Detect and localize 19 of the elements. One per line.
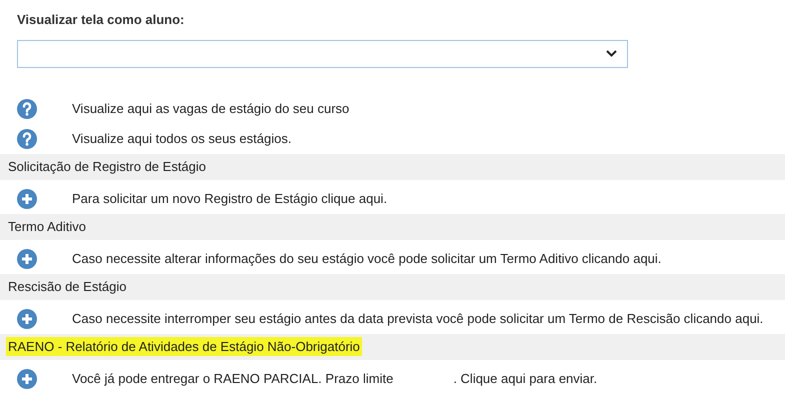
plus-icon[interactable] <box>17 368 37 388</box>
help-icon[interactable] <box>17 98 37 118</box>
section-title: RAENO - Relatório de Atividades de Estágio Não-Obrigatório <box>6 336 362 356</box>
section-title: Solicitação de Registro de Estágio <box>8 158 206 176</box>
link-text[interactable]: Você já pode entregar o RAENO PARCIAL. Prazo limite <box>72 368 394 388</box>
link-text[interactable]: Visualize aqui todos os seus estágios. <box>72 128 292 148</box>
link-text[interactable]: Caso necessite interromper seu estágio antes da data prevista você pode solicitar um Termo de Rescisão clicando aqui. <box>72 308 764 328</box>
help-icon[interactable] <box>17 128 37 148</box>
plus-icon[interactable] <box>17 248 37 268</box>
plus-icon[interactable] <box>17 308 37 328</box>
field-label: Visualizar tela como aluno: <box>17 11 186 29</box>
section-title: Rescisão de Estágio <box>8 278 127 296</box>
link-text[interactable]: . Clique aqui para enviar. <box>453 368 598 388</box>
chevron-down-icon <box>606 50 617 57</box>
link-text[interactable]: Caso necessite alterar informações do seu estágio você pode solicitar um Termo Aditivo clicando aqui. <box>72 248 662 268</box>
link-text[interactable]: Para solicitar um novo Registro de Estágio clique aqui. <box>72 188 388 208</box>
section-title: Termo Aditivo <box>8 218 86 236</box>
plus-icon[interactable] <box>17 188 37 208</box>
link-text[interactable]: Visualize aqui as vagas de estágio do seu curso <box>72 98 350 118</box>
